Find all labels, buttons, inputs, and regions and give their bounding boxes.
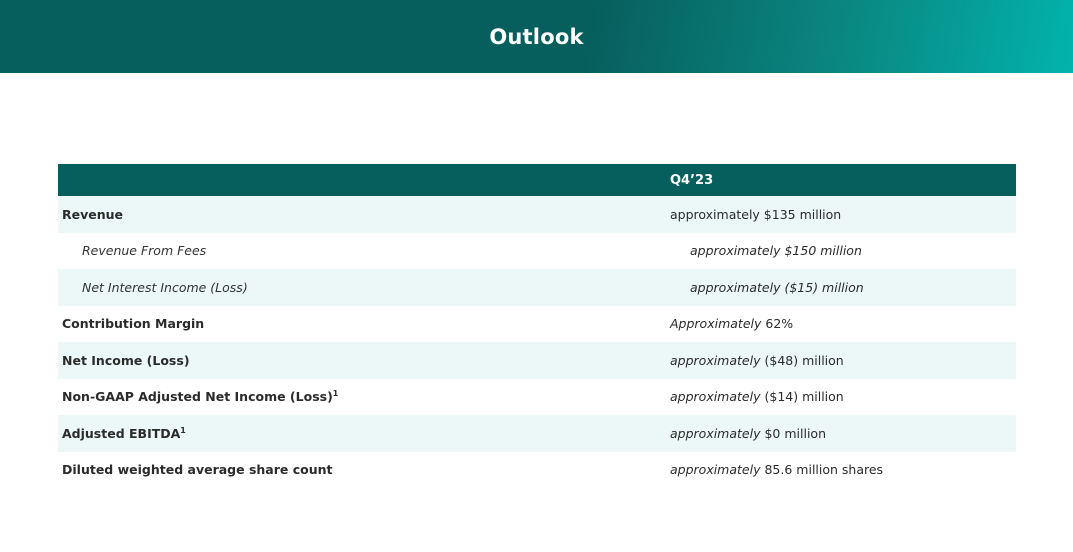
row-label: Net Interest Income (Loss) — [82, 279, 248, 295]
table-header-row: Q4’23 — [58, 164, 1016, 196]
row-value: Approximately 62% — [670, 316, 794, 332]
row-label: Diluted weighted average share count — [62, 462, 333, 478]
row-value: approximately $135 million — [670, 206, 842, 222]
row-value: approximately $0 million — [670, 425, 827, 441]
footnote-marker: 1 — [180, 425, 186, 435]
table-row-adjusted-net-income: Non-GAAP Adjusted Net Income (Loss)1 app… — [58, 379, 1016, 416]
row-label: Contribution Margin — [62, 316, 205, 332]
outlook-table: Q4’23 Revenue approximately $135 million… — [58, 164, 1016, 488]
row-label: Non-GAAP Adjusted Net Income (Loss)1 — [62, 389, 339, 405]
table-row-net-income: Net Income (Loss) approximately ($48) mi… — [58, 342, 1016, 379]
table-row-net-interest-income: Net Interest Income (Loss) approximately… — [58, 269, 1016, 306]
table-row-revenue-from-fees: Revenue From Fees approximately $150 mil… — [58, 233, 1016, 270]
table-row-contribution-margin: Contribution Margin Approximately 62% — [58, 306, 1016, 343]
row-value: approximately ($14) million — [670, 389, 844, 405]
row-label: Adjusted EBITDA1 — [62, 425, 186, 441]
row-value: approximately ($48) million — [670, 352, 844, 368]
row-value: approximately $150 million — [690, 243, 862, 259]
row-label: Net Income (Loss) — [62, 352, 190, 368]
row-label: Revenue From Fees — [82, 243, 207, 259]
header-label-cell — [58, 164, 666, 196]
page-title: Outlook — [489, 24, 584, 49]
table-row-share-count: Diluted weighted average share count app… — [58, 452, 1016, 489]
footnote-marker: 1 — [332, 389, 339, 399]
row-label: Revenue — [62, 206, 124, 222]
page-header: Outlook — [0, 0, 1073, 73]
table-row-adjusted-ebitda: Adjusted EBITDA1 approximately $0 millio… — [58, 415, 1016, 452]
row-value: approximately ($15) million — [690, 279, 864, 295]
header-period: Q4’23 — [670, 172, 714, 188]
table-row-revenue: Revenue approximately $135 million — [58, 196, 1016, 233]
row-value: approximately 85.6 million shares — [670, 462, 884, 478]
